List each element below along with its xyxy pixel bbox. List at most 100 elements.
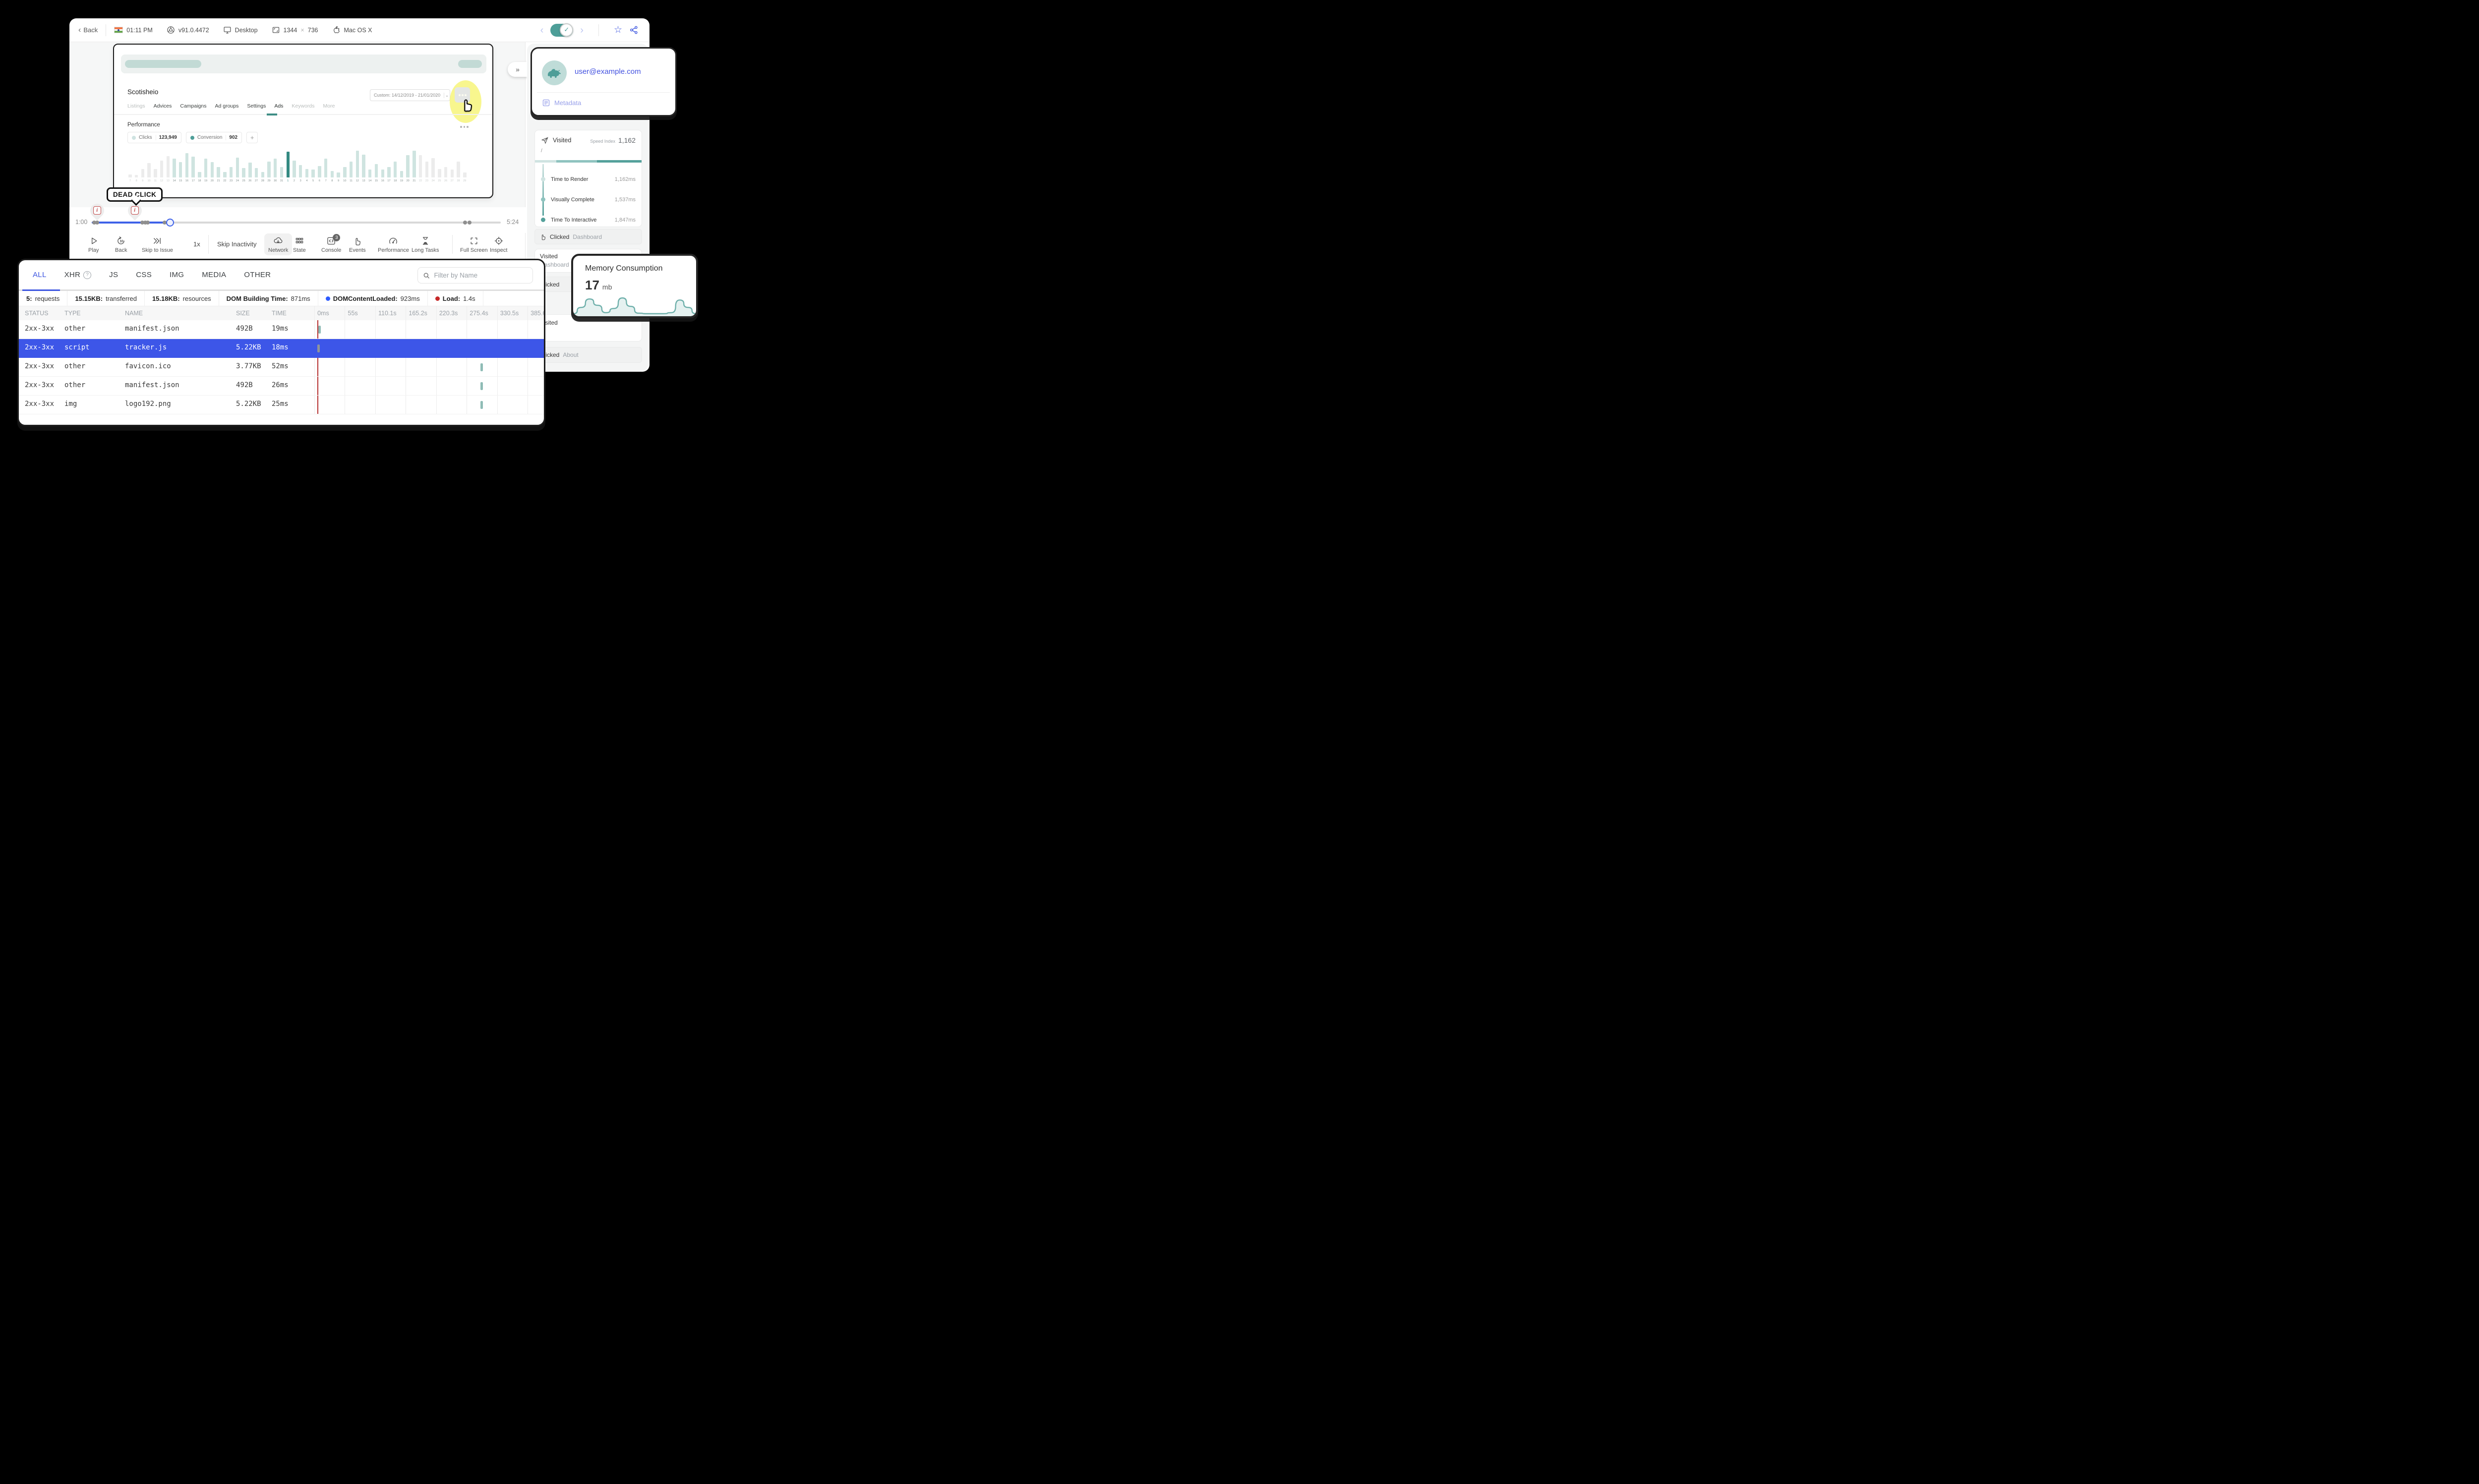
skip-inactivity-button[interactable]: Skip Inactivity — [217, 240, 256, 248]
timeline-event-dot[interactable] — [146, 221, 150, 225]
request-row[interactable]: 2xx-3xx other favicon.ico 3.77KB 52ms — [19, 358, 544, 377]
request-row[interactable]: 2xx-3xx other manifest.json 492B 19ms — [19, 320, 544, 339]
chart-tick-label: 12 — [160, 179, 164, 182]
resolution-width: 1344 — [283, 26, 297, 34]
back-button[interactable]: 10 Back — [115, 236, 127, 253]
column-header-name[interactable]: NAME — [125, 310, 143, 317]
chart-bar — [362, 154, 365, 177]
chart-tick-label: 27 — [450, 179, 454, 182]
events-button[interactable]: Events — [349, 236, 366, 253]
time-column-label: 220.3s — [439, 310, 458, 317]
chart-tick-label: 18 — [394, 179, 397, 182]
os-label: Mac OS X — [344, 26, 372, 34]
chart-tick-label: 13 — [362, 179, 365, 182]
chart-tick-label: 27 — [254, 179, 258, 182]
issue-marker[interactable]: i — [124, 201, 145, 222]
fullscreen-icon — [471, 237, 477, 244]
replayed-page-mockup: Scotisheio Custom: 14/12/2019 - 21/01/20… — [113, 44, 493, 198]
add-metric-button[interactable]: + — [246, 132, 258, 143]
search-icon — [423, 273, 430, 279]
wireframe-pill — [458, 60, 482, 68]
filter-field[interactable] — [417, 267, 533, 284]
cell-time: 26ms — [272, 381, 289, 389]
event-row-clicked-dashboard[interactable]: Clicked Dashboard — [534, 229, 642, 244]
page-tab-keywords[interactable]: Keywords — [292, 103, 314, 109]
collapse-panel-button[interactable]: » — [508, 62, 528, 77]
performance-button[interactable]: Performance — [378, 236, 409, 253]
cell-status: 2xx-3xx — [25, 400, 55, 408]
next-session-button[interactable]: › — [580, 25, 584, 35]
time-column-label: 330.5s — [500, 310, 519, 317]
favorite-star-button[interactable]: ☆ — [614, 24, 622, 36]
play-button[interactable]: Play — [88, 236, 99, 253]
resolution-height: 736 — [307, 26, 318, 34]
timeline-event-dot[interactable] — [463, 221, 468, 225]
long-tasks-button[interactable]: Long Tasks — [412, 236, 439, 253]
timing-value: 1,847ms — [614, 217, 636, 223]
waterfall-bar — [480, 382, 483, 390]
network-tab-css[interactable]: CSS — [136, 271, 152, 279]
column-header-size[interactable]: SIZE — [236, 310, 250, 317]
metric-chip-conversion[interactable]: Conversion 902 — [185, 132, 242, 143]
column-header-type[interactable]: TYPE — [64, 310, 81, 317]
request-row[interactable]: 2xx-3xx other manifest.json 492B 26ms — [19, 377, 544, 396]
chart-bar — [463, 172, 467, 177]
page-tab-campaigns[interactable]: Campaigns — [180, 103, 206, 109]
network-button[interactable]: Network — [264, 233, 293, 255]
timeline-track[interactable]: ii — [87, 201, 501, 227]
chart-bar — [450, 170, 454, 177]
timing-value: 1,162ms — [614, 176, 636, 182]
chip-value: 902 — [229, 135, 238, 140]
playback-speed-button[interactable]: 1x — [193, 240, 200, 248]
network-tab-js[interactable]: JS — [109, 271, 118, 279]
network-tab-img[interactable]: IMG — [170, 271, 184, 279]
chart-tick-label: 26 — [444, 179, 448, 182]
visited-event-card[interactable]: Visited Speed Index 1,162 / Time to Rend… — [534, 130, 642, 227]
date-range-dropdown[interactable]: Custom: 14/12/2019 - 21/01/2020 ⌄ — [370, 89, 450, 101]
timing-metric-row: Time to Render 1,162ms — [535, 169, 642, 189]
metric-chip-clicks[interactable]: Clicks 123,949 — [127, 132, 181, 143]
request-row[interactable]: 2xx-3xx img logo192.png 5.22KB 25ms — [19, 396, 544, 414]
issue-marker[interactable]: i — [87, 201, 107, 222]
metadata-button[interactable]: Metadata — [542, 99, 581, 107]
chart-bar — [343, 167, 347, 177]
column-header-status[interactable]: STATUS — [25, 310, 48, 317]
request-row[interactable]: 2xx-3xx script tracker.js 5.22KB 18ms — [19, 339, 544, 358]
more-menu-icon[interactable] — [460, 126, 469, 128]
page-tab-ad-groups[interactable]: Ad groups — [215, 103, 239, 109]
timeline-strip: DEAD CLICK 1:00 5:24 ii — [69, 187, 526, 233]
network-tab-all[interactable]: ALL — [33, 271, 47, 279]
page-tab-ads[interactable]: Ads — [274, 103, 283, 109]
page-tab-listings[interactable]: Listings — [127, 103, 145, 109]
page-tab-settings[interactable]: Settings — [247, 103, 266, 109]
inspect-button[interactable]: Inspect — [490, 236, 507, 253]
prev-session-button[interactable]: ‹ — [540, 25, 544, 35]
memory-unit: mb — [602, 283, 612, 291]
skip-to-issue-button[interactable]: Skip to Issue — [142, 236, 173, 253]
share-button[interactable] — [629, 25, 639, 35]
full-screen-button[interactable]: Full Screen — [460, 236, 488, 253]
state-button[interactable]: State — [293, 236, 306, 253]
chart-bar — [236, 157, 239, 177]
timing-segment — [596, 160, 642, 163]
chart-tick-label: 2 — [293, 179, 295, 182]
event-row-clicked-about[interactable]: Clicked About — [534, 347, 642, 363]
page-tab-advices[interactable]: Advices — [154, 103, 172, 109]
network-tab-xhr[interactable]: XHR? — [64, 271, 92, 279]
filter-input[interactable] — [434, 272, 528, 279]
timeline-event-dot[interactable] — [468, 221, 472, 225]
autoplay-toggle[interactable]: ✓ — [550, 23, 574, 37]
back-button[interactable]: ‹ Back — [78, 26, 98, 34]
time-column-label: 385.6s — [531, 310, 544, 317]
chart-tick-label: 19 — [400, 179, 403, 182]
network-tab-other[interactable]: OTHER — [244, 271, 271, 279]
console-button[interactable]: Console 3 — [321, 234, 341, 253]
chart-tick-label: 15 — [179, 179, 182, 182]
help-icon[interactable]: ? — [83, 271, 92, 279]
column-header-time[interactable]: TIME — [272, 310, 287, 317]
event-card-visited[interactable]: Visited — [534, 314, 642, 342]
user-email[interactable]: user@example.com — [575, 67, 641, 76]
network-tab-media[interactable]: MEDIA — [202, 271, 226, 279]
playhead[interactable] — [166, 219, 175, 227]
page-tab-more[interactable]: More — [323, 103, 335, 109]
